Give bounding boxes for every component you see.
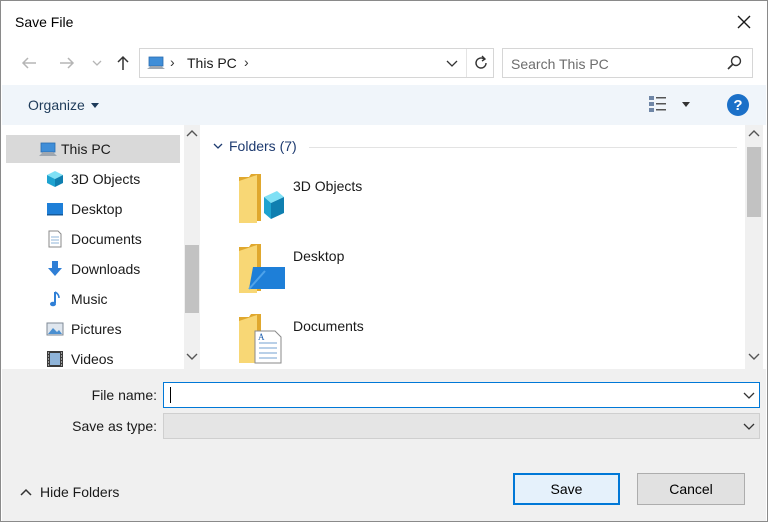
cancel-button[interactable]: Cancel [637, 473, 745, 505]
address-bar[interactable]: › This PC › [139, 48, 494, 78]
chevron-up-icon [20, 488, 32, 496]
sidebar-item-downloads[interactable]: Downloads [6, 255, 180, 283]
folder-3d-objects-icon [239, 174, 284, 223]
chevron-down-icon[interactable] [743, 421, 755, 431]
organize-label: Organize [28, 97, 85, 113]
back-arrow-icon [21, 57, 36, 69]
file-name-label: File name: [91, 387, 157, 403]
desktop-icon [46, 200, 64, 218]
help-button[interactable]: ? [727, 94, 749, 116]
forward-button[interactable] [55, 50, 79, 76]
search-input[interactable] [511, 54, 721, 74]
folder-item-3d-objects[interactable]: 3D Objects [235, 171, 455, 233]
computer-icon [38, 140, 57, 158]
scroll-up-icon[interactable] [748, 129, 760, 139]
scroll-down-icon[interactable] [186, 351, 198, 361]
sidebar-item-3d-objects[interactable]: 3D Objects [6, 165, 180, 193]
file-list-pane: Folders (7) 3D Objects Desktop A Documen… [201, 125, 767, 369]
file-name-input[interactable] [170, 386, 730, 404]
sidebar-item-label: 3D Objects [71, 171, 141, 187]
file-list-scrollbar[interactable] [745, 125, 763, 369]
group-divider [309, 147, 737, 148]
save-file-dialog: Save File › This PC › Search This PC Org… [0, 0, 768, 522]
hide-folders-label: Hide Folders [40, 484, 120, 500]
sidebar-item-documents[interactable]: Documents [6, 225, 180, 253]
save-as-type-label: Save as type: [72, 418, 157, 434]
folder-documents-icon: A [239, 314, 282, 364]
scroll-up-icon[interactable] [186, 129, 198, 139]
music-icon [46, 290, 64, 308]
svg-text:A: A [258, 332, 265, 342]
address-dropdown-button[interactable] [446, 56, 458, 72]
sidebar-item-label: Pictures [71, 321, 122, 337]
sidebar-item-label: Desktop [71, 201, 123, 217]
scrollbar-thumb[interactable] [185, 245, 199, 313]
folder-item-documents[interactable]: A Documents [235, 311, 455, 369]
folders-group-header[interactable]: Folders (7) [213, 138, 297, 154]
window-title: Save File [15, 14, 74, 30]
organize-button[interactable]: Organize [28, 97, 99, 113]
sidebar-item-this-pc[interactable]: This PC [6, 135, 180, 163]
up-button[interactable] [111, 50, 135, 76]
breadcrumb-this-pc[interactable]: This PC [187, 55, 237, 71]
computer-icon [146, 55, 166, 74]
command-bar: Organize ? [2, 85, 766, 125]
folder-desktop-icon [239, 244, 285, 293]
chevron-down-icon [213, 143, 223, 149]
chevron-down-icon [92, 60, 102, 66]
scrollbar-thumb[interactable] [747, 147, 761, 217]
breadcrumb-separator-icon: › [170, 54, 175, 70]
folder-item-desktop[interactable]: Desktop [235, 241, 455, 303]
sidebar-item-label: Music [71, 291, 108, 307]
title-bar: Save File [1, 1, 767, 45]
pictures-icon [46, 320, 64, 338]
sidebar-item-label: This PC [61, 141, 111, 157]
search-box[interactable] [502, 48, 753, 78]
folder-name: 3D Objects [293, 178, 363, 194]
folder-name: Documents [293, 318, 364, 334]
documents-icon [46, 230, 64, 248]
breadcrumb-chevron-icon[interactable]: › [244, 54, 249, 70]
sidebar-item-pictures[interactable]: Pictures [6, 315, 180, 343]
save-as-type-select[interactable] [163, 413, 760, 439]
details-view-icon [649, 96, 666, 112]
navigation-pane: This PC 3D Objects Desktop Documents Dow… [6, 125, 200, 369]
recent-locations-button[interactable] [89, 50, 105, 76]
text-cursor [170, 387, 171, 403]
refresh-button[interactable] [466, 49, 494, 77]
scroll-down-icon[interactable] [748, 351, 760, 361]
navigation-pane-scrollbar[interactable] [184, 125, 200, 369]
sidebar-item-label: Documents [71, 231, 142, 247]
caret-down-icon [90, 102, 99, 108]
sidebar-item-label: Videos [71, 351, 114, 367]
search-icon[interactable] [726, 55, 742, 74]
group-header-label: Folders (7) [229, 138, 297, 154]
close-button[interactable] [729, 7, 759, 37]
back-button[interactable] [17, 50, 41, 76]
chevron-down-icon [446, 60, 458, 67]
sidebar-item-desktop[interactable]: Desktop [6, 195, 180, 223]
navigation-bar: › This PC › [1, 45, 767, 81]
sidebar-item-videos[interactable]: Videos [6, 345, 180, 369]
save-button[interactable]: Save [513, 473, 620, 505]
chevron-down-icon[interactable] [743, 390, 755, 400]
caret-down-icon [682, 101, 690, 107]
downloads-icon [46, 260, 64, 278]
up-arrow-icon [117, 55, 129, 70]
hide-folders-button[interactable]: Hide Folders [20, 484, 119, 500]
sidebar-item-label: Downloads [71, 261, 141, 277]
save-options-panel: File name: Save as type: Hide Folders Sa… [2, 369, 766, 521]
change-view-button[interactable] [648, 95, 690, 113]
folder-name: Desktop [293, 248, 345, 264]
3d-objects-icon [46, 170, 64, 188]
sidebar-item-music[interactable]: Music [6, 285, 180, 313]
videos-icon [46, 350, 64, 368]
refresh-icon [474, 55, 487, 69]
close-icon [737, 15, 751, 29]
file-name-combobox[interactable] [163, 382, 760, 408]
forward-arrow-icon [60, 57, 75, 69]
